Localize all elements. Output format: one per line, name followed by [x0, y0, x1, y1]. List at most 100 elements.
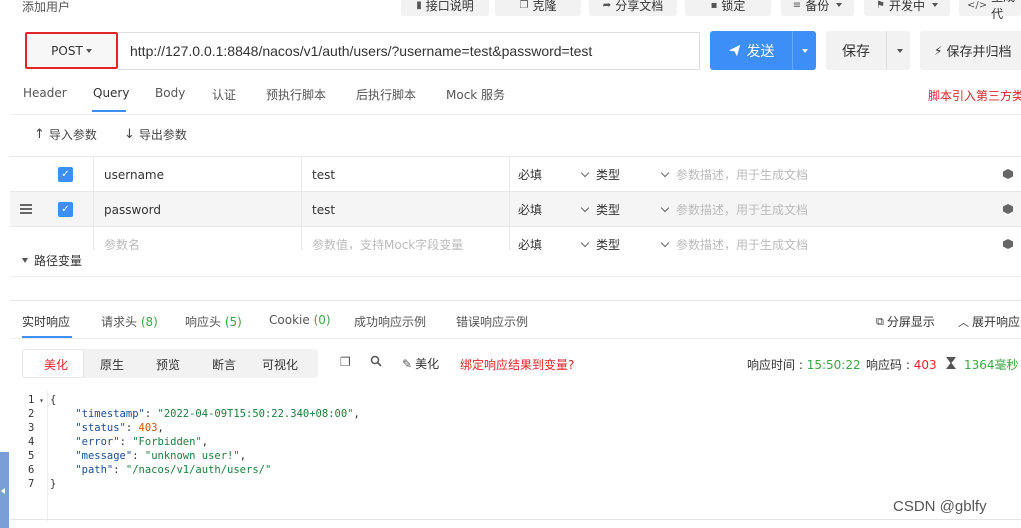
param-value[interactable]: test	[302, 192, 510, 227]
split-view-label: 分屏显示	[886, 315, 935, 329]
code-line: "status": 403,	[75, 422, 164, 434]
param-desc-input[interactable]: 参数描述，用于生成文档	[660, 227, 1021, 250]
tab-request-headers[interactable]: 请求头 (8)	[101, 313, 158, 330]
fold-icon[interactable]: ▾	[34, 396, 44, 405]
copy-icon[interactable]: ❐	[340, 355, 351, 369]
backup-button[interactable]: ≡ 备份	[781, 0, 854, 16]
type-label: 类型	[596, 168, 621, 182]
tab-response-headers[interactable]: 响应头 (5)	[185, 313, 242, 330]
tab-success-example[interactable]: 成功响应示例	[354, 313, 426, 330]
type-label: 类型	[596, 238, 621, 250]
required-select[interactable]: 必填	[510, 227, 590, 250]
code-gutter	[22, 391, 48, 521]
save-button[interactable]: 保存	[826, 31, 886, 70]
line-number: 5	[28, 450, 35, 462]
param-name[interactable]: username	[94, 157, 302, 192]
lock-label: 锁定	[721, 0, 746, 13]
share-icon: ➦	[602, 0, 612, 11]
enable-checkbox[interactable]: ✓	[58, 202, 73, 217]
import-params-button[interactable]: ↑ 导入参数	[34, 126, 97, 143]
api-doc-button[interactable]: ▮ 接口说明	[401, 0, 489, 16]
arrow-up-icon: ↑	[34, 127, 45, 142]
param-desc-input[interactable]: 参数描述，用于生成文档	[660, 192, 1021, 227]
arrow-down-icon: ↓	[124, 127, 135, 142]
tab-pre-script[interactable]: 预执行脚本	[266, 86, 326, 103]
split-view-button[interactable]: ⧉ 分屏显示	[876, 313, 935, 330]
lock-icon: ▪	[710, 0, 718, 11]
type-select[interactable]: 类型	[580, 192, 662, 227]
view-pretty[interactable]: 美化	[44, 356, 68, 373]
caret-down-icon	[22, 258, 28, 263]
tab-error-example[interactable]: 错误响应示例	[456, 313, 528, 330]
tab-realtime-response[interactable]: 实时响应	[22, 313, 70, 330]
bind-response-link[interactable]: 绑定响应结果到变量?	[460, 356, 574, 373]
new-param-value[interactable]: 参数值，支持Mock字段变量	[302, 227, 510, 250]
tab-mock[interactable]: Mock 服务	[446, 86, 505, 103]
hourglass-icon	[946, 357, 956, 369]
save-archive-label: 保存并归档	[946, 45, 1012, 60]
type-select[interactable]: 类型	[580, 157, 662, 192]
clone-button[interactable]: ❐ 克隆	[495, 0, 581, 16]
table-row: ✓ password test 必填 类型 参数描述，用于生成文档	[10, 191, 1021, 227]
view-preview[interactable]: 预览	[156, 356, 180, 373]
type-label: 类型	[596, 203, 621, 217]
share-doc-button[interactable]: ➦ 分享文档	[589, 0, 677, 16]
json-status: 403	[138, 422, 158, 434]
save-dropdown-button[interactable]	[886, 31, 910, 70]
lock-button[interactable]: ▪ 锁定	[685, 0, 771, 16]
table-row: ✓ username test 必填 类型 参数描述，用于生成文档	[10, 156, 1021, 192]
tab-body[interactable]: Body	[155, 86, 185, 100]
search-icon[interactable]	[370, 355, 382, 370]
line-number: 7	[28, 478, 35, 490]
param-name[interactable]: password	[94, 192, 302, 227]
chevron-down-icon	[660, 203, 670, 213]
json-timestamp: 2022-04-09T15:50:22.340+08:00	[163, 408, 348, 420]
response-time-label: 响应时间 :	[747, 358, 807, 372]
chevron-down-icon	[660, 168, 670, 178]
generate-code-button[interactable]: </> 生成代	[959, 0, 1021, 21]
chevron-up-icon: ︿	[958, 315, 969, 329]
required-select[interactable]: 必填	[510, 157, 590, 192]
required-label: 必填	[518, 168, 543, 182]
save-label: 保存	[842, 43, 870, 60]
code-line: {	[50, 394, 57, 406]
active-tab-indicator	[92, 110, 126, 112]
param-desc-input[interactable]: 参数描述，用于生成文档	[660, 157, 1021, 192]
flag-icon: ⚑	[876, 0, 885, 11]
required-select[interactable]: 必填	[510, 192, 590, 227]
view-visualize[interactable]: 可视化	[262, 356, 298, 373]
send-button[interactable]: 发送	[710, 31, 792, 70]
split-icon: ⧉	[876, 314, 884, 328]
new-param-name[interactable]: 参数名	[94, 227, 302, 250]
save-archive-button[interactable]: ⚡ 保存并归档	[920, 31, 1021, 70]
export-params-button[interactable]: ↓ 导出参数	[124, 126, 187, 143]
expand-response-button[interactable]: ︿ 展开响应	[958, 313, 1020, 330]
method-select[interactable]: POST	[25, 32, 118, 69]
script-import-link[interactable]: 脚本引入第三方类	[928, 87, 1021, 104]
params-table: ✓ username test 必填 类型 参数描述，用于生成文档 ✓ pass…	[10, 156, 1021, 250]
paper-plane-icon	[728, 44, 740, 57]
param-value[interactable]: test	[302, 157, 510, 192]
type-select[interactable]: 类型	[580, 227, 662, 250]
code-icon: </>	[967, 0, 988, 11]
view-assert[interactable]: 断言	[212, 356, 236, 373]
enable-checkbox[interactable]: ✓	[58, 167, 73, 182]
dev-status-button[interactable]: ⚑ 开发中	[864, 0, 950, 16]
tab-header[interactable]: Header	[23, 86, 67, 100]
send-label: 发送	[746, 43, 775, 60]
divider	[10, 519, 1021, 520]
tab-query[interactable]: Query	[93, 86, 129, 100]
api-doc-label: 接口说明	[425, 0, 474, 13]
beautify-button[interactable]: ✎ 美化	[402, 355, 439, 372]
path-vars-toggle[interactable]: 路径变量	[22, 252, 82, 269]
url-input[interactable]: http://127.0.0.1:8848/nacos/v1/auth/user…	[118, 32, 700, 70]
tab-post-script[interactable]: 后执行脚本	[356, 86, 416, 103]
send-dropdown-button[interactable]	[792, 31, 816, 70]
response-time-value: 15:50:22	[806, 358, 861, 372]
line-number: 2	[28, 408, 35, 420]
tab-auth[interactable]: 认证	[212, 86, 236, 103]
view-raw[interactable]: 原生	[100, 356, 124, 373]
required-label: 必填	[518, 203, 543, 217]
method-label: POST	[51, 43, 83, 58]
tab-cookie[interactable]: Cookie (0)	[269, 313, 331, 327]
